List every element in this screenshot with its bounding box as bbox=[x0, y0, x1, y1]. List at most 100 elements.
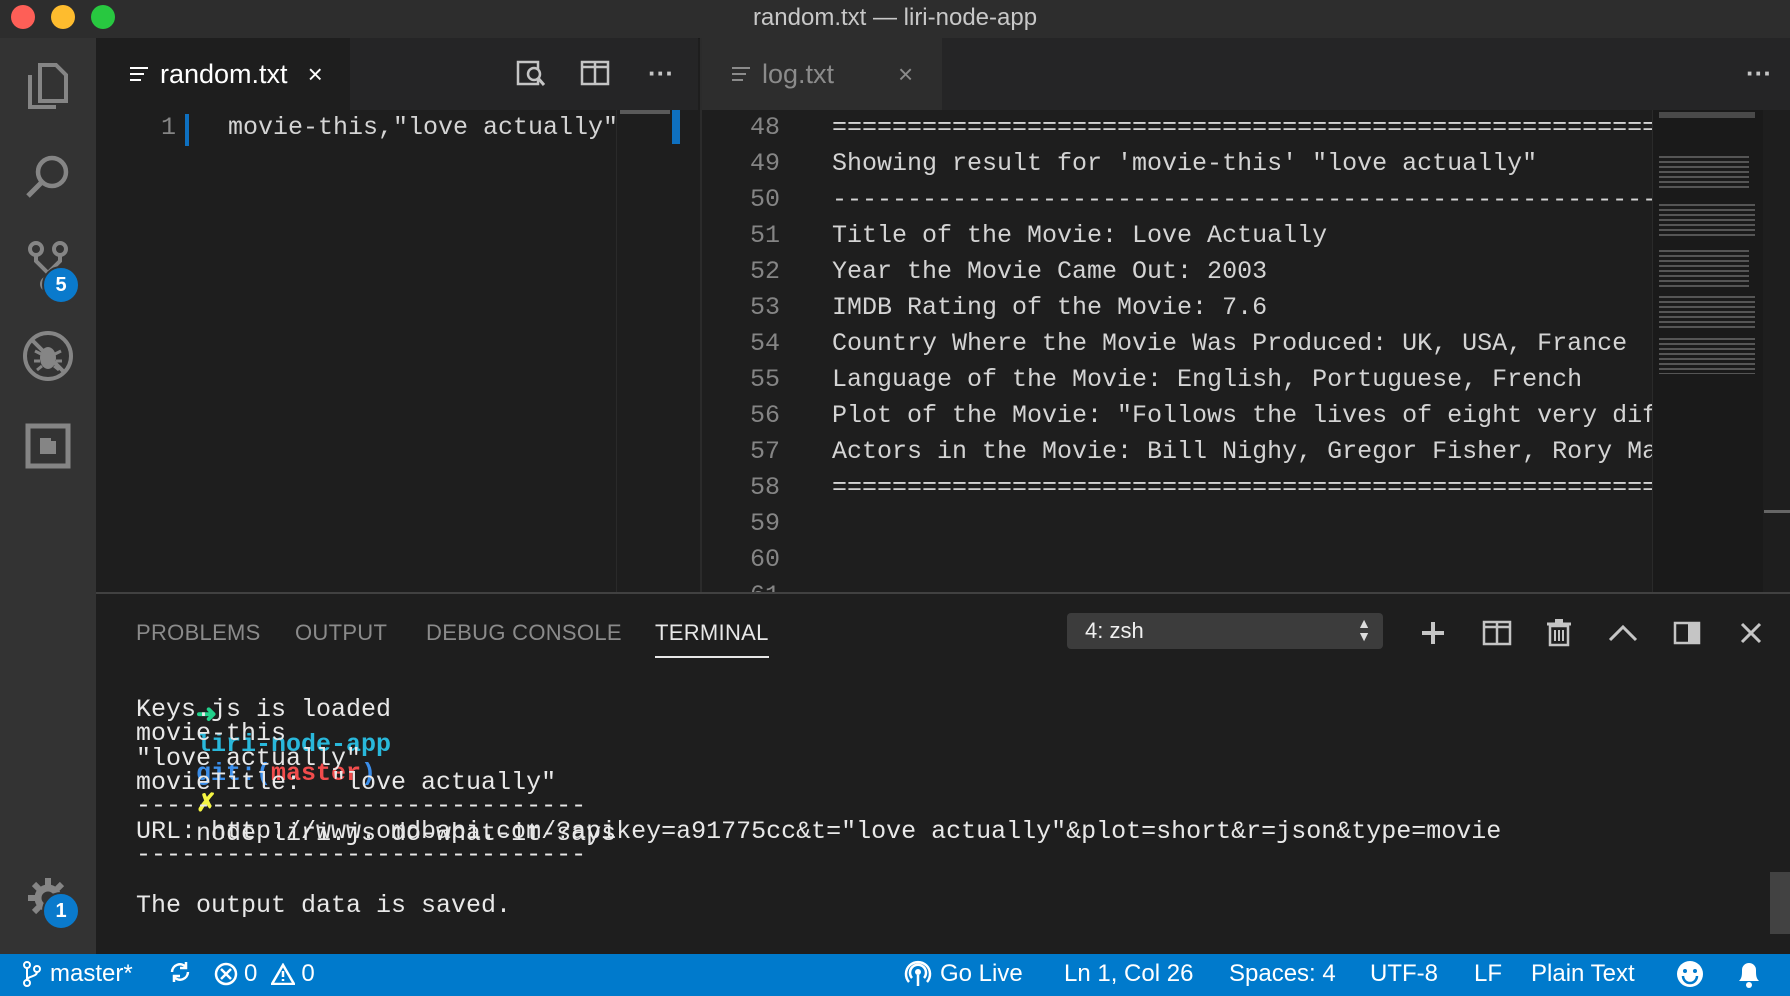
line-number: 61 bbox=[720, 578, 780, 592]
line-number: 1 bbox=[160, 113, 176, 142]
title-bar: random.txt — liri-node-app bbox=[0, 0, 1790, 39]
line-number: 60 bbox=[749, 545, 780, 574]
activity-bar: 5 1 bbox=[0, 38, 96, 954]
terminal-output-line: The output data is saved. bbox=[136, 891, 512, 920]
feedback-smiley-icon[interactable] bbox=[1675, 959, 1705, 989]
code-line: ========================================… bbox=[832, 473, 1652, 502]
warning-count: 0 bbox=[301, 960, 315, 987]
more-actions-button[interactable]: ··· bbox=[1742, 56, 1776, 90]
go-live-label: Go Live bbox=[940, 960, 1023, 987]
settings-gear-icon[interactable]: 1 bbox=[20, 870, 80, 930]
code-line: Country Where the Movie Was Produced: UK… bbox=[832, 329, 1628, 358]
file-lines-icon bbox=[130, 63, 148, 85]
chevron-up-icon[interactable] bbox=[1606, 616, 1640, 650]
code-lines: ========================================… bbox=[832, 110, 1652, 592]
scrollbar-position-marker bbox=[1764, 510, 1790, 513]
indentation-setting[interactable]: Spaces: 4 bbox=[1229, 960, 1336, 988]
terminal-scrollbar[interactable] bbox=[1770, 872, 1790, 934]
tab-close-button[interactable]: × bbox=[898, 59, 913, 90]
code-line: Title of the Movie: Love Actually bbox=[832, 221, 1328, 250]
scrollbar-marker bbox=[672, 110, 680, 144]
split-editor-icon[interactable] bbox=[578, 56, 612, 90]
broadcast-icon bbox=[904, 960, 932, 986]
tab-label: log.txt bbox=[762, 58, 835, 89]
line-number: 50 bbox=[749, 185, 780, 214]
language-mode[interactable]: Plain Text bbox=[1531, 960, 1635, 988]
extensions-icon[interactable] bbox=[20, 418, 76, 474]
editor-group-right: log.txt × ··· 48 49 50 51 52 53 54 55 56… bbox=[700, 38, 1790, 592]
minimap[interactable] bbox=[620, 110, 670, 114]
trash-icon[interactable] bbox=[1542, 616, 1576, 650]
git-branch-icon bbox=[23, 961, 41, 987]
editor-text-area[interactable]: 48 49 50 51 52 53 54 55 56 57 58 59 60 6… bbox=[702, 110, 1790, 592]
code-line: ========================================… bbox=[832, 113, 1652, 142]
error-icon bbox=[214, 962, 238, 986]
code-line: ----------------------------------------… bbox=[832, 185, 1652, 214]
toggle-panel-icon[interactable] bbox=[1670, 616, 1704, 650]
vertical-scrollbar[interactable] bbox=[1764, 110, 1790, 592]
editor-tab-bar-right: log.txt × ··· bbox=[702, 38, 1790, 110]
notifications-bell-icon[interactable] bbox=[1735, 959, 1763, 989]
open-changes-icon[interactable] bbox=[514, 56, 548, 90]
git-branch-item[interactable]: master* bbox=[22, 960, 133, 988]
source-control-icon[interactable]: 5 bbox=[20, 238, 80, 304]
tab-debug-console[interactable]: DEBUG CONSOLE bbox=[426, 620, 622, 646]
tab-random-txt[interactable]: random.txt × bbox=[96, 38, 350, 110]
code-line[interactable]: movie-this,"love actually" bbox=[228, 110, 618, 146]
warning-icon bbox=[271, 963, 296, 985]
line-number: 57 bbox=[749, 437, 780, 466]
branch-label: master* bbox=[50, 960, 133, 987]
code-line: Showing result for 'movie-this' "love ac… bbox=[832, 149, 1538, 178]
editor-group-left: random.txt × ··· 1 movie-this,"love actu… bbox=[96, 38, 698, 592]
terminal-select-value: 4: zsh bbox=[1085, 618, 1144, 643]
code-line: IMDB Rating of the Movie: 7.6 bbox=[832, 293, 1268, 322]
sync-icon[interactable] bbox=[168, 960, 192, 984]
tab-log-txt[interactable]: log.txt × bbox=[702, 38, 942, 110]
bottom-panel: PROBLEMS OUTPUT DEBUG CONSOLE TERMINAL 4… bbox=[96, 592, 1790, 956]
cursor-position[interactable]: Ln 1, Col 26 bbox=[1064, 960, 1193, 988]
problems-item[interactable]: 0 0 bbox=[214, 960, 315, 988]
terminal-output-line: ------------------------------ bbox=[136, 840, 587, 869]
select-arrows-icon: ▲ ▼ bbox=[1357, 615, 1371, 644]
debug-icon[interactable] bbox=[20, 328, 76, 384]
line-number: 49 bbox=[749, 149, 780, 178]
line-number: 55 bbox=[749, 365, 780, 394]
split-terminal-icon[interactable] bbox=[1480, 616, 1514, 650]
tab-close-button[interactable]: × bbox=[308, 59, 323, 90]
cursor-line-indicator bbox=[185, 114, 189, 146]
eol-setting[interactable]: LF bbox=[1474, 960, 1502, 988]
status-bar: master* 0 0 Go Live Ln 1, Col 26 Spaces:… bbox=[0, 954, 1790, 996]
line-number: 48 bbox=[749, 113, 780, 142]
terminal-output-line: ------------------------------ bbox=[136, 791, 587, 820]
minimap-border bbox=[616, 110, 617, 592]
error-count: 0 bbox=[244, 960, 258, 987]
explorer-icon[interactable] bbox=[20, 58, 76, 114]
search-icon[interactable] bbox=[20, 148, 76, 204]
more-actions-button[interactable]: ··· bbox=[644, 56, 678, 90]
go-live-button[interactable]: Go Live bbox=[904, 960, 1023, 988]
editor-tab-bar: random.txt × ··· bbox=[96, 38, 698, 110]
tab-output[interactable]: OUTPUT bbox=[295, 620, 387, 646]
new-terminal-icon[interactable] bbox=[1416, 616, 1450, 650]
window-title: random.txt — liri-node-app bbox=[752, 4, 1038, 31]
file-lines-icon bbox=[732, 63, 750, 85]
code-line: Year the Movie Came Out: 2003 bbox=[832, 257, 1268, 286]
terminal-select[interactable]: 4: zsh ▲ ▼ bbox=[1067, 613, 1383, 649]
line-number: 52 bbox=[749, 257, 780, 286]
line-number: 56 bbox=[749, 401, 780, 430]
tab-problems[interactable]: PROBLEMS bbox=[136, 620, 261, 646]
source-control-badge: 5 bbox=[42, 266, 80, 304]
code-line: Actors in the Movie: Bill Nighy, Gregor … bbox=[832, 437, 1652, 466]
line-number: 59 bbox=[749, 509, 780, 538]
line-number: 51 bbox=[749, 221, 780, 250]
settings-badge: 1 bbox=[42, 892, 80, 930]
code-line: Plot of the Movie: "Follows the lives of… bbox=[832, 401, 1652, 430]
encoding-setting[interactable]: UTF-8 bbox=[1370, 960, 1438, 988]
line-number: 58 bbox=[749, 473, 780, 502]
minimap[interactable] bbox=[1652, 110, 1763, 592]
tab-label: random.txt bbox=[160, 58, 288, 89]
close-panel-icon[interactable] bbox=[1734, 616, 1768, 650]
line-number: 54 bbox=[749, 329, 780, 358]
line-number: 53 bbox=[749, 293, 780, 322]
tab-terminal[interactable]: TERMINAL bbox=[655, 620, 769, 658]
